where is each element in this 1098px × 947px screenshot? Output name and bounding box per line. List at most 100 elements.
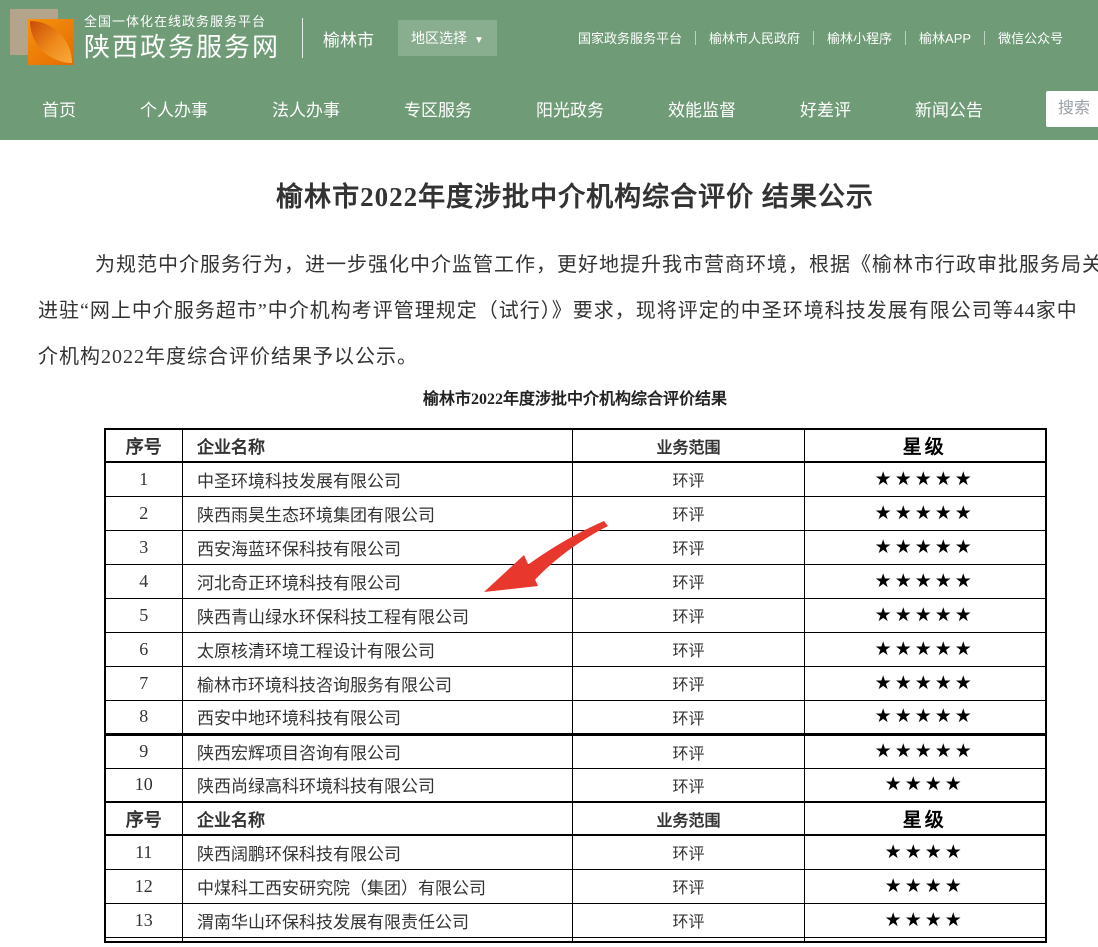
nav-item-个人办事[interactable]: 个人办事 (140, 96, 208, 121)
table-row: 10陕西尚绿高科环境科技有限公司环评★★★★ (105, 768, 1046, 802)
row-number: 7 (105, 666, 183, 700)
company-name: 太原核清环境工程设计有限公司 (183, 632, 573, 666)
business-scope: 环评 (573, 598, 805, 632)
top-link[interactable]: 榆林小程序 (827, 28, 892, 47)
star-rating: ★★★★★ (805, 666, 1046, 700)
company-name: 陕西阔鹏环保科技有限公司 (183, 835, 573, 869)
row-number: 5 (105, 598, 183, 632)
divider (302, 18, 303, 58)
table-row: 2陕西雨昊生态环境集团有限公司环评★★★★★ (105, 496, 1046, 530)
announcement-paragraph: 为规范中介服务行为，进一步强化中介监管工作，更好地提升我市营商环境，根据《榆林市… (0, 242, 1098, 380)
site-header: 全国一体化在线政务服务平台 陕西政务服务网 榆林市 地区选择▼ 国家政务服务平台… (0, 0, 1098, 140)
business-scope: 环评 (573, 496, 805, 530)
site-name: 陕西政务服务网 (84, 31, 280, 63)
column-header: 序号 (105, 429, 183, 462)
row-number: 8 (105, 700, 183, 734)
brand-block: 全国一体化在线政务服务平台 陕西政务服务网 (84, 13, 280, 63)
empty-cell (105, 937, 183, 942)
table-row: 5陕西青山绿水环保科技工程有限公司环评★★★★★ (105, 598, 1046, 632)
region-select-button[interactable]: 地区选择 ▼ (398, 20, 497, 56)
star-rating: ★★★★ (805, 835, 1046, 869)
top-link[interactable]: 榆林APP (919, 28, 971, 47)
main-nav-bar: 首页 个人办事 法人办事 专区服务 阳光政务 效能监督 好差评 新闻公告 (0, 76, 1098, 140)
company-name: 渭南华山环保科技发展有限责任公司 (183, 903, 573, 937)
business-scope: 环评 (573, 734, 805, 768)
star-rating: ★★★★★ (805, 734, 1046, 768)
empty-cell (805, 937, 1046, 942)
top-link[interactable]: 榆林市人民政府 (709, 28, 800, 47)
star-rating: ★★★★★ (805, 632, 1046, 666)
platform-name: 全国一体化在线政务服务平台 (84, 13, 280, 31)
star-rating: ★★★★★ (805, 564, 1046, 598)
nav-item-专区服务[interactable]: 专区服务 (404, 96, 472, 121)
business-scope: 环评 (573, 462, 805, 496)
star-rating: ★★★★★ (805, 598, 1046, 632)
nav-item-阳光政务[interactable]: 阳光政务 (536, 96, 604, 121)
column-header: 业务范围 (573, 429, 805, 462)
table-row: 6太原核清环境工程设计有限公司环评★★★★★ (105, 632, 1046, 666)
divider (905, 31, 906, 45)
table-row: 12中煤科工西安研究院（集团）有限公司环评★★★★ (105, 869, 1046, 903)
nav-item-效能监督[interactable]: 效能监督 (668, 96, 736, 121)
row-number: 12 (105, 869, 183, 903)
column-header: 企业名称 (183, 802, 573, 835)
row-number: 11 (105, 835, 183, 869)
divider (984, 31, 985, 45)
table-row-partial (105, 937, 1046, 942)
table-row: 1中圣环境科技发展有限公司环评★★★★★ (105, 462, 1046, 496)
company-name: 陕西雨昊生态环境集团有限公司 (183, 496, 573, 530)
nav-item-法人办事[interactable]: 法人办事 (272, 96, 340, 121)
page-title: 榆林市2022年度涉批中介机构综合评价 结果公示 (0, 178, 1098, 216)
table-caption: 榆林市2022年度涉批中介机构综合评价结果 (0, 388, 1098, 412)
region-select-label: 地区选择 (411, 30, 467, 46)
business-scope: 环评 (573, 632, 805, 666)
nav-item-好差评[interactable]: 好差评 (800, 96, 851, 121)
row-number: 6 (105, 632, 183, 666)
search-input[interactable] (1046, 91, 1098, 127)
business-scope: 环评 (573, 768, 805, 802)
company-name: 陕西青山绿水环保科技工程有限公司 (183, 598, 573, 632)
business-scope: 环评 (573, 700, 805, 734)
business-scope: 环评 (573, 903, 805, 937)
row-number: 2 (105, 496, 183, 530)
empty-cell (573, 937, 805, 942)
top-link[interactable]: 国家政务服务平台 (578, 28, 682, 47)
empty-cell (183, 937, 573, 942)
site-logo[interactable] (10, 7, 76, 69)
column-header: 业务范围 (573, 802, 805, 835)
column-header: 星级 (805, 802, 1046, 835)
nav-item-新闻公告[interactable]: 新闻公告 (915, 96, 983, 121)
row-number: 10 (105, 768, 183, 802)
table-header-row: 序号企业名称业务范围星级 (105, 429, 1046, 462)
star-rating: ★★★★ (805, 869, 1046, 903)
table-row: 13渭南华山环保科技发展有限责任公司环评★★★★ (105, 903, 1046, 937)
company-name: 西安海蓝环保科技有限公司 (183, 530, 573, 564)
company-name: 中煤科工西安研究院（集团）有限公司 (183, 869, 573, 903)
star-rating: ★★★★★ (805, 530, 1046, 564)
company-name: 陕西宏辉项目咨询有限公司 (183, 734, 573, 768)
table-row: 11陕西阔鹏环保科技有限公司环评★★★★ (105, 835, 1046, 869)
business-scope: 环评 (573, 869, 805, 903)
top-link[interactable]: 微信公众号 (998, 28, 1063, 47)
paragraph-line: 介机构2022年度综合评价结果予以公示。 (0, 334, 1098, 380)
row-number: 1 (105, 462, 183, 496)
business-scope: 环评 (573, 564, 805, 598)
table-row: 3西安海蓝环保科技有限公司环评★★★★★ (105, 530, 1046, 564)
star-rating: ★★★★ (805, 768, 1046, 802)
top-links: 国家政务服务平台榆林市人民政府榆林小程序榆林APP微信公众号注册 (578, 28, 1098, 47)
star-rating: ★★★★★ (805, 462, 1046, 496)
star-rating: ★★★★★ (805, 700, 1046, 734)
star-rating: ★★★★ (805, 903, 1046, 937)
business-scope: 环评 (573, 666, 805, 700)
chevron-down-icon: ▼ (474, 35, 484, 46)
company-name: 西安中地环境科技有限公司 (183, 700, 573, 734)
divider (813, 31, 814, 45)
company-name: 中圣环境科技发展有限公司 (183, 462, 573, 496)
column-header: 星级 (805, 429, 1046, 462)
nav-item-首页[interactable]: 首页 (42, 96, 76, 121)
company-name: 榆林市环境科技咨询服务有限公司 (183, 666, 573, 700)
table-row: 8西安中地环境科技有限公司环评★★★★★ (105, 700, 1046, 734)
company-name: 陕西尚绿高科环境科技有限公司 (183, 768, 573, 802)
paragraph-line: 为规范中介服务行为，进一步强化中介监管工作，更好地提升我市营商环境，根据《榆林市… (0, 242, 1098, 288)
column-header: 序号 (105, 802, 183, 835)
